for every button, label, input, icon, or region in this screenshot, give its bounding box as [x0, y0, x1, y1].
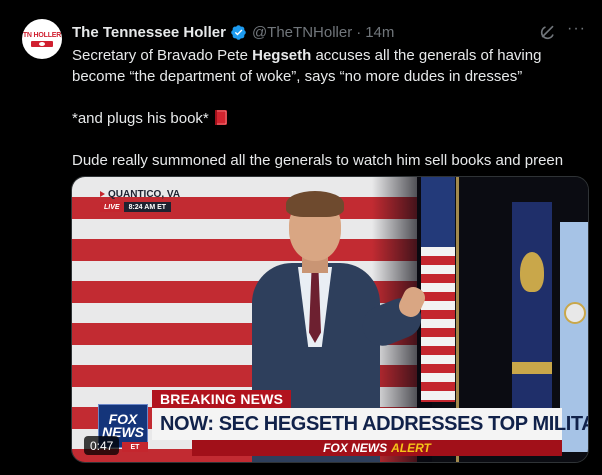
tweet-bold-span: Hegseth	[252, 47, 312, 64]
breaking-news-label: BREAKING NEWS	[152, 390, 292, 408]
more-options-icon[interactable]: ···	[567, 21, 587, 42]
play-triangle-icon	[100, 191, 105, 197]
separator-dot: ·	[356, 23, 362, 41]
red-book-emoji-icon	[214, 110, 227, 125]
us-flag	[421, 177, 455, 402]
alert-text-1: FOX NEWS	[323, 441, 388, 455]
video-player[interactable]: QUANTICO, VA LIVE 8:24 AM ET BREAKING NE…	[71, 176, 589, 463]
headline-bar: NOW: SEC HEGSETH ADDRESSES TOP MILITARY …	[152, 408, 588, 440]
speaker-hair	[286, 191, 344, 217]
avatar-text: TN HOLLER	[22, 31, 62, 39]
tweet-paragraph-1: Secretary of Bravado Pete Hegseth accuse…	[72, 45, 592, 87]
alert-bar: FOX NEWS ALERT	[192, 440, 562, 456]
post-time[interactable]: 14m	[365, 24, 394, 41]
author-handle[interactable]: @TheTNHoller	[252, 24, 352, 41]
verified-badge-icon	[231, 24, 246, 40]
tweet-paragraph-2: *and plugs his book*	[72, 108, 592, 129]
live-badge: LIVE	[100, 202, 124, 212]
tweet-paragraph-3: Dude really summoned all the generals to…	[72, 152, 564, 169]
tweet-text-span: Secretary of Bravado Pete	[72, 47, 253, 64]
tweet[interactable]: TN HOLLER The Tennessee Holler @TheTNHol…	[0, 0, 602, 475]
location-text: QUANTICO, VA	[108, 188, 181, 200]
logo-et-badge: ET	[122, 442, 148, 452]
author-avatar[interactable]: TN HOLLER	[22, 19, 62, 59]
author-name[interactable]: The Tennessee Holler	[72, 24, 226, 41]
alert-text-2: ALERT	[391, 441, 431, 455]
grok-icon[interactable]	[538, 22, 558, 42]
tweet-header: The Tennessee Holler @TheTNHoller · 14m	[72, 22, 394, 42]
news-chyron: BREAKING NEWS NOW: SEC HEGSETH ADDRESSES…	[96, 390, 588, 462]
video-duration: 0:47	[84, 436, 120, 455]
live-time: 8:24 AM ET	[123, 202, 172, 212]
tennessee-state-icon	[30, 40, 53, 47]
tweet-text-span: *and plugs his book*	[72, 110, 209, 127]
headline-text: NOW: SEC HEGSETH ADDRESSES TOP MILITARY …	[160, 412, 588, 435]
location-bug: QUANTICO, VA LIVE 8:24 AM ET	[100, 187, 205, 213]
tweet-text: Secretary of Bravado Pete Hegseth accuse…	[72, 45, 592, 171]
